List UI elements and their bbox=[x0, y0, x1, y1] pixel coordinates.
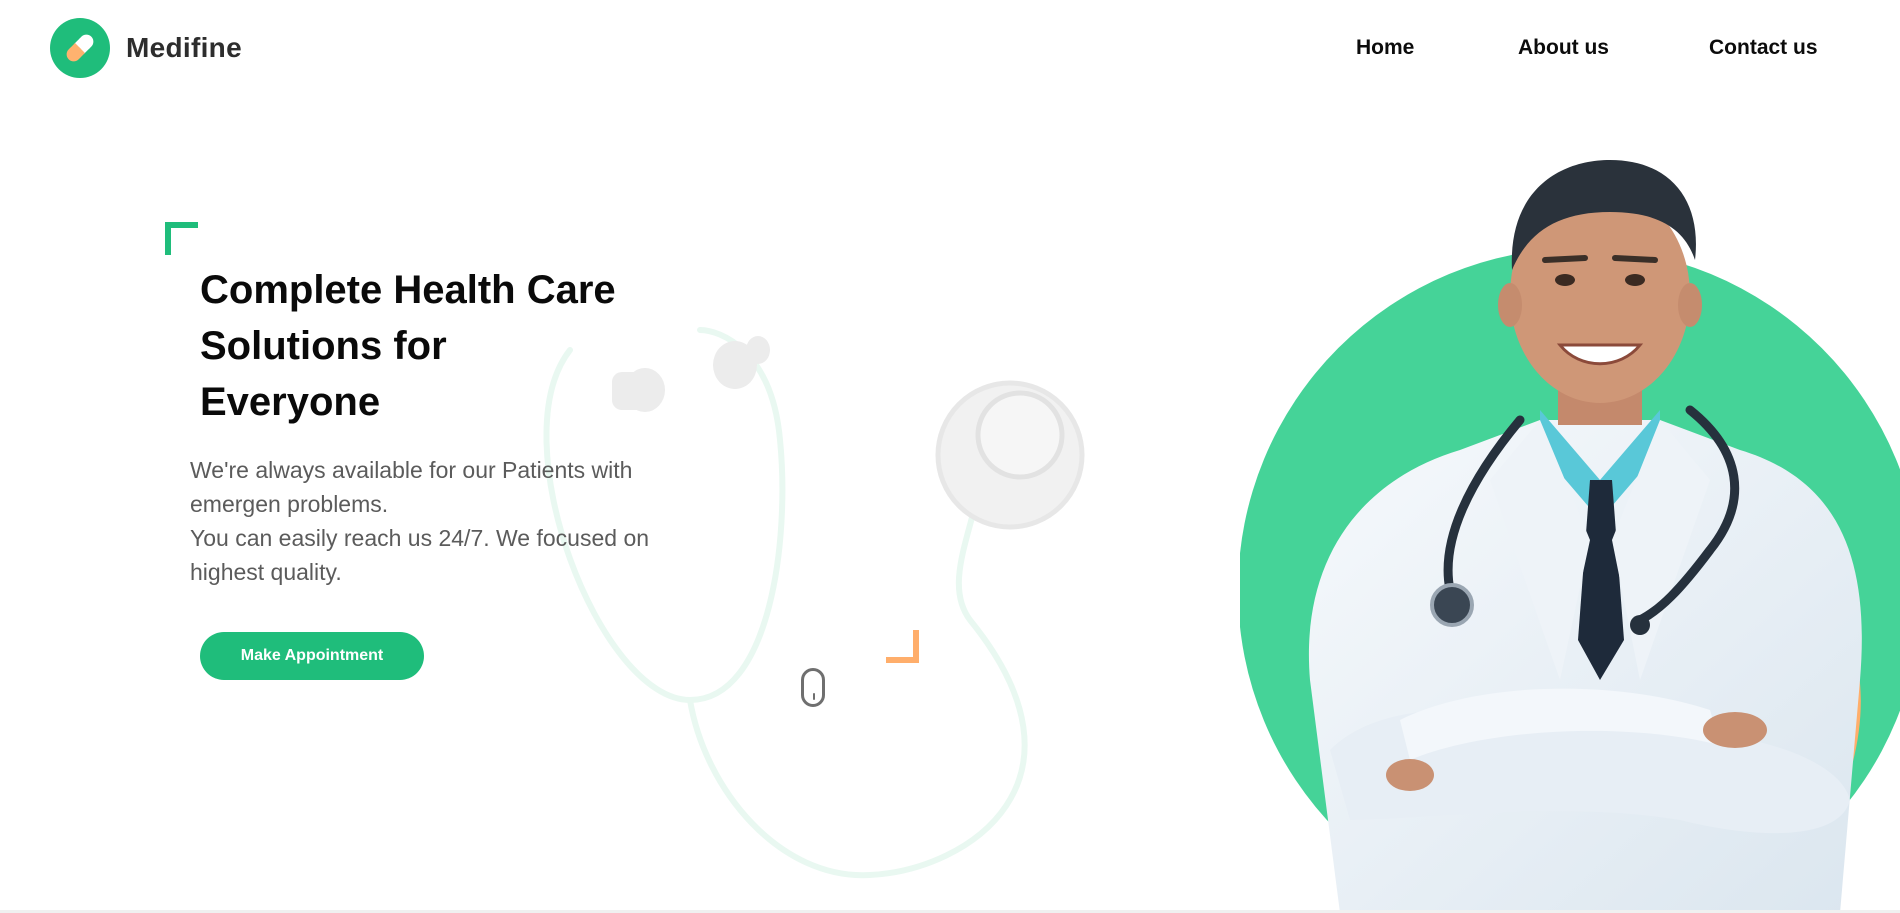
hero-title: Complete Health Care Solutions for Every… bbox=[200, 268, 616, 424]
nav-about-link[interactable]: About us bbox=[1518, 36, 1609, 60]
hero-description: We're always available for our Patients … bbox=[190, 453, 670, 589]
corner-accent-orange bbox=[886, 630, 919, 663]
nav-home-link[interactable]: Home bbox=[1356, 36, 1414, 60]
mouse-scroll-icon[interactable] bbox=[801, 668, 825, 707]
make-appointment-button[interactable]: Make Appointment bbox=[200, 632, 424, 680]
nav-contact-link[interactable]: Contact us bbox=[1709, 36, 1818, 60]
doctor-portrait bbox=[1240, 160, 1900, 913]
landing-page: Medifine Home About us Contact us Comple… bbox=[0, 0, 1900, 913]
stethoscope-icon bbox=[543, 327, 1085, 879]
hero-description-line: We're always available for our Patients … bbox=[190, 457, 633, 517]
corner-accent-green bbox=[165, 222, 198, 255]
main-nav: Home About us Contact us bbox=[0, 36, 1900, 66]
hero-description-line: You can easily reach us 24/7. We focused… bbox=[190, 525, 650, 585]
